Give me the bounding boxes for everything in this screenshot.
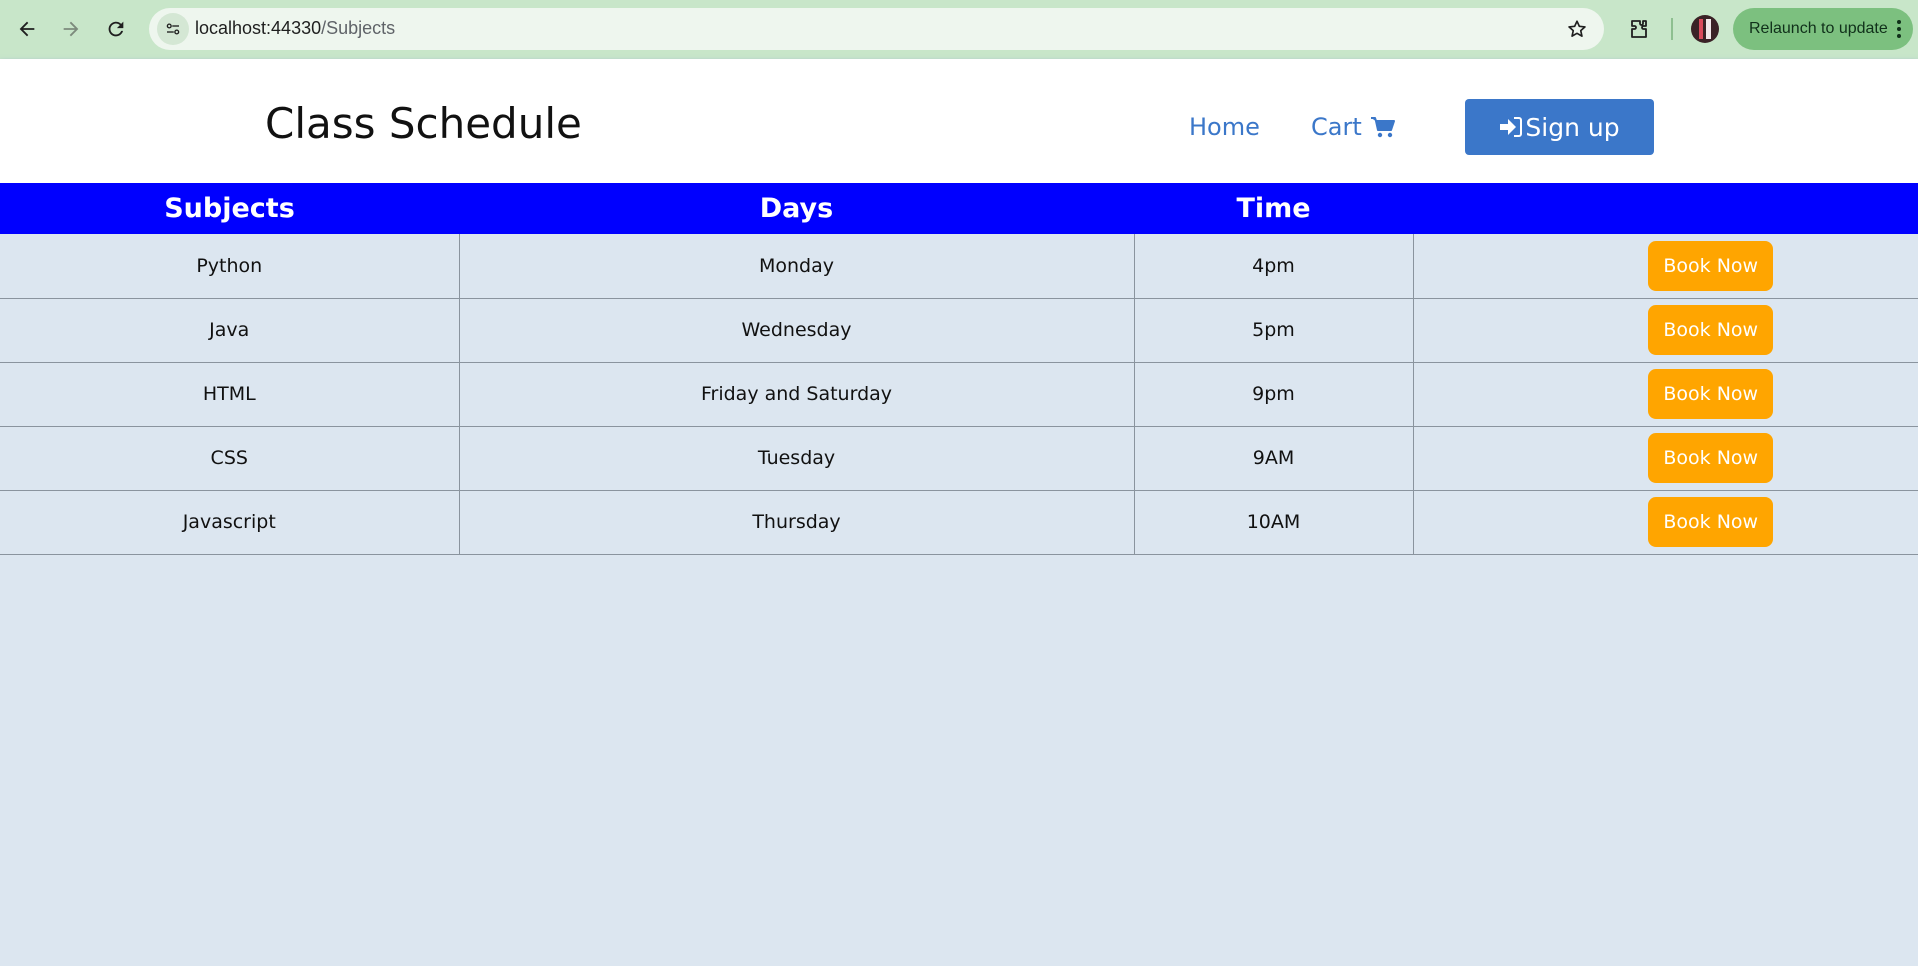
cell-time: 9pm <box>1134 362 1414 427</box>
book-now-button[interactable]: Book Now <box>1648 240 1774 291</box>
cell-subject: CSS <box>0 426 460 491</box>
cell-day: Tuesday <box>459 426 1135 491</box>
column-header-subjects: Subjects <box>0 183 459 234</box>
relaunch-label: Relaunch to update <box>1749 20 1888 37</box>
site-info-icon <box>166 23 180 35</box>
nav-home-link[interactable]: Home <box>1189 113 1260 141</box>
back-arrow-icon <box>19 21 35 37</box>
table-row: Python Monday 4pm Book Now <box>0 234 1918 299</box>
nav-cart-label: Cart <box>1311 113 1362 141</box>
nav-cart-link[interactable]: Cart <box>1311 113 1396 141</box>
forward-button[interactable] <box>52 10 90 48</box>
column-header-time: Time <box>1134 183 1413 234</box>
cell-day: Friday and Saturday <box>459 362 1135 427</box>
cell-action: Book Now <box>1413 490 1918 555</box>
book-now-button[interactable]: Book Now <box>1648 305 1774 355</box>
extensions-icon <box>1631 20 1647 38</box>
cell-action: Book Now <box>1413 298 1918 363</box>
cell-subject: Python <box>0 234 460 299</box>
nav-home-label: Home <box>1189 113 1260 141</box>
bookmark-star-icon[interactable] <box>1566 18 1588 40</box>
cell-time: 5pm <box>1134 298 1414 363</box>
url-host: localhost:44330 <box>195 18 322 38</box>
reload-icon <box>108 21 124 37</box>
back-button[interactable] <box>8 10 46 48</box>
cell-subject: HTML <box>0 362 460 427</box>
cell-time: 10AM <box>1134 490 1414 555</box>
browser-toolbar: localhost:44330/Subjects Relaunch to upd… <box>0 0 1918 59</box>
relaunch-button[interactable]: Relaunch to update <box>1733 8 1913 50</box>
cell-time: 9AM <box>1134 426 1414 491</box>
book-now-button[interactable]: Book Now <box>1648 497 1774 547</box>
table-header-row: Subjects Days Time <box>0 183 1918 234</box>
cart-icon <box>1370 117 1395 138</box>
book-now-button[interactable]: Book Now <box>1648 369 1774 419</box>
extensions-button[interactable] <box>1622 12 1656 46</box>
page-title: Class Schedule <box>265 99 582 148</box>
site-info-button[interactable] <box>157 13 189 45</box>
sign-up-label: Sign up <box>1525 112 1620 142</box>
address-bar[interactable]: localhost:44330/Subjects <box>149 8 1604 50</box>
schedule-table: Subjects Days Time Python Monday 4pm Boo… <box>0 183 1918 555</box>
cell-subject: Java <box>0 298 460 363</box>
cell-action: Book Now <box>1413 426 1918 491</box>
table-row: Javascript Thursday 10AM Book Now <box>0 490 1918 555</box>
sign-in-icon <box>1500 117 1523 137</box>
profile-avatar[interactable] <box>1691 15 1719 43</box>
site-header: Class Schedule Home Cart Sign up <box>0 59 1918 183</box>
url-path: /Subjects <box>321 18 396 38</box>
table-row: HTML Friday and Saturday 9pm Book Now <box>0 362 1918 427</box>
cell-time: 4pm <box>1134 234 1414 299</box>
cell-day: Thursday <box>459 490 1135 555</box>
column-header-action <box>1413 183 1918 234</box>
table-row: CSS Tuesday 9AM Book Now <box>0 426 1918 491</box>
table-row: Java Wednesday 5pm Book Now <box>0 298 1918 363</box>
cell-action: Book Now <box>1413 362 1918 427</box>
cell-subject: Javascript <box>0 490 460 555</box>
forward-arrow-icon <box>63 21 79 37</box>
toolbar-divider <box>1671 18 1673 40</box>
more-vert-icon <box>1897 20 1901 38</box>
cell-day: Wednesday <box>459 298 1135 363</box>
column-header-days: Days <box>459 183 1134 234</box>
cell-action: Book Now <box>1413 234 1918 299</box>
reload-button[interactable] <box>97 10 135 48</box>
book-now-button[interactable]: Book Now <box>1648 433 1774 483</box>
url-text: localhost:44330/Subjects <box>195 18 395 39</box>
sign-up-button[interactable]: Sign up <box>1465 99 1654 155</box>
cell-day: Monday <box>459 234 1135 299</box>
